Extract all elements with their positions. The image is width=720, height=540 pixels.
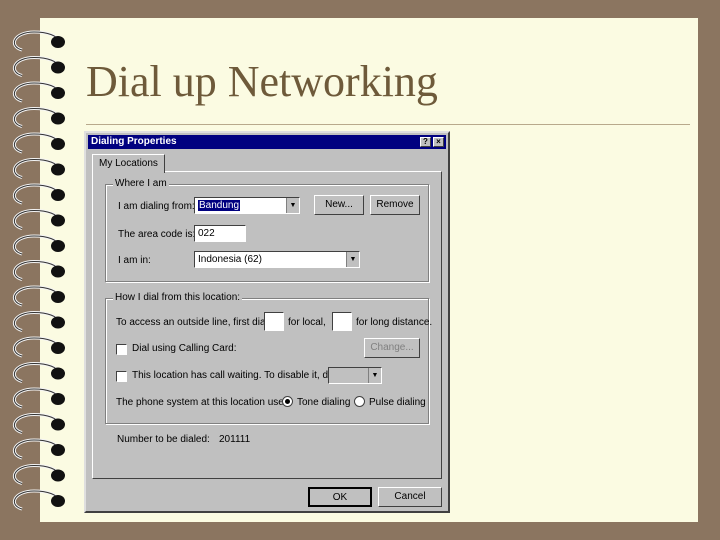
- number-to-dial-label: Number to be dialed:: [117, 434, 210, 445]
- title-divider: [86, 124, 690, 125]
- binding-hole: [51, 291, 65, 303]
- area-code-input[interactable]: 022: [194, 225, 246, 242]
- outside-line-label: To access an outside line, first dial:: [116, 317, 271, 328]
- binding-hole: [51, 393, 65, 405]
- tab-panel: Where I am I am dialing from: Bandung ▼ …: [92, 171, 442, 479]
- binding-hole: [51, 163, 65, 176]
- how-i-dial-group: How I dial from this location: To access…: [105, 292, 433, 424]
- close-button[interactable]: ×: [433, 137, 444, 147]
- binding-hole: [51, 444, 65, 456]
- dialing-from-label: I am dialing from:: [118, 201, 195, 212]
- binding-hole: [51, 87, 65, 99]
- binding-hole: [51, 265, 65, 278]
- slide-title: Dial up Networking: [86, 57, 438, 106]
- ok-button[interactable]: OK: [308, 487, 372, 507]
- dialing-from-value: Bandung: [198, 200, 241, 211]
- dialog-titlebar: Dialing Properties ? ×: [88, 135, 446, 149]
- how-i-dial-legend: How I dial from this location:: [113, 292, 243, 303]
- binding-hole: [51, 418, 65, 431]
- number-to-dial-value: 201111: [219, 434, 251, 445]
- dialing-from-dropdown[interactable]: Bandung ▼: [194, 197, 300, 214]
- spiral-binding: [12, 30, 65, 511]
- new-location-button[interactable]: New...: [314, 195, 364, 215]
- binding-hole: [51, 367, 65, 380]
- calling-card-label: Dial using Calling Card:: [132, 343, 237, 354]
- long-distance-label: for long distance.: [356, 317, 433, 328]
- dropdown-arrow-icon[interactable]: ▼: [286, 198, 299, 213]
- where-i-am-legend: Where I am: [113, 178, 169, 189]
- remove-location-button[interactable]: Remove: [370, 195, 420, 215]
- binding-hole: [51, 316, 65, 329]
- area-code-label: The area code is:: [118, 229, 196, 240]
- binding-hole: [51, 214, 65, 227]
- phone-system-label: The phone system at this location uses:: [116, 397, 292, 408]
- dropdown-arrow-icon[interactable]: ▼: [368, 368, 381, 383]
- binding-hole: [51, 138, 65, 150]
- binding-hole: [51, 469, 65, 482]
- country-dropdown[interactable]: Indonesia (62) ▼: [194, 251, 360, 268]
- change-button[interactable]: Change...: [364, 338, 420, 358]
- binding-hole: [51, 112, 65, 125]
- binding-hole: [51, 36, 65, 48]
- where-i-am-group: Where I am I am dialing from: Bandung ▼ …: [105, 178, 429, 282]
- local-label: for local,: [288, 317, 326, 328]
- tone-dialing-label: Tone dialing: [297, 397, 351, 408]
- tab-my-locations[interactable]: My Locations: [92, 154, 165, 173]
- cancel-button[interactable]: Cancel: [378, 487, 442, 507]
- local-prefix-input[interactable]: [264, 312, 284, 331]
- calling-card-checkbox[interactable]: [116, 344, 127, 355]
- binding-hole: [51, 495, 65, 507]
- call-waiting-label: This location has call waiting. To disab…: [132, 370, 341, 381]
- pulse-dialing-label: Pulse dialing: [369, 397, 426, 408]
- tone-dialing-radio[interactable]: [282, 396, 293, 407]
- binding-hole: [51, 240, 65, 252]
- dropdown-arrow-icon[interactable]: ▼: [346, 252, 359, 267]
- dialing-properties-dialog: Dialing Properties ? × My Locations Wher…: [84, 131, 450, 513]
- long-distance-prefix-input[interactable]: [332, 312, 352, 331]
- country-label: I am in:: [118, 255, 151, 266]
- help-button[interactable]: ?: [420, 137, 431, 147]
- binding-hole: [51, 342, 65, 354]
- call-waiting-dropdown[interactable]: ▼: [328, 367, 382, 384]
- country-value: Indonesia (62): [198, 254, 262, 265]
- dialog-title: Dialing Properties: [91, 136, 177, 147]
- call-waiting-checkbox[interactable]: [116, 371, 127, 382]
- binding-hole: [51, 189, 65, 201]
- pulse-dialing-radio[interactable]: [354, 396, 365, 407]
- binding-hole: [51, 61, 65, 74]
